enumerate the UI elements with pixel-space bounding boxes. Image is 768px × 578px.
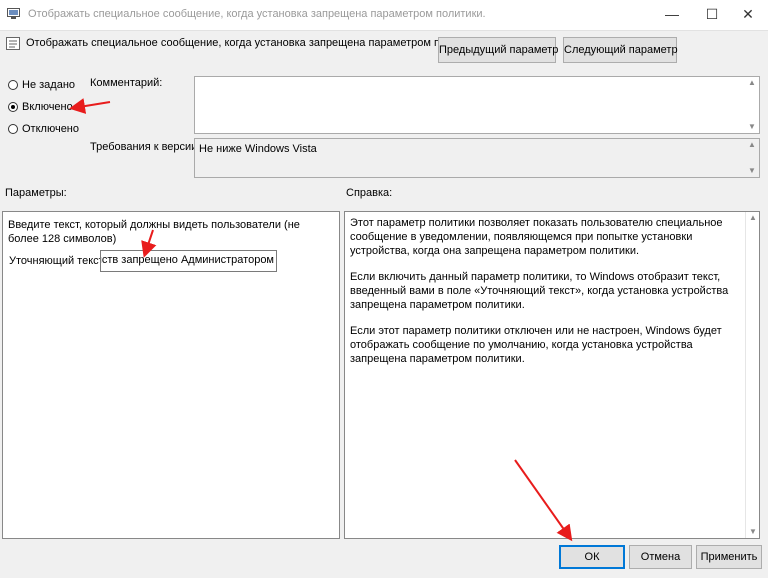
version-scrollbar[interactable]: ▲ ▼: [745, 139, 759, 177]
radio-label: Включено: [22, 101, 73, 114]
comment-label: Комментарий:: [90, 77, 163, 89]
close-button[interactable]: ✕: [728, 0, 768, 30]
previous-setting-button[interactable]: Предыдущий параметр: [438, 37, 558, 63]
help-scrollbar[interactable]: ▲ ▼: [745, 212, 759, 538]
custom-text-input[interactable]: тройств запрещено Администратором: [100, 250, 277, 272]
next-setting-button[interactable]: Следующий параметр: [563, 37, 678, 63]
help-text: Этот параметр политики позволяет показат…: [350, 216, 742, 378]
scroll-down-icon[interactable]: ▼: [745, 121, 759, 133]
policy-icon: [7, 8, 20, 19]
ok-button[interactable]: ОК: [559, 545, 625, 569]
help-paragraph: Если включить данный параметр политики, …: [350, 271, 729, 311]
radio-circle-selected[interactable]: [8, 102, 18, 113]
maximize-button[interactable]: ☐: [692, 0, 732, 30]
policy-name: Отображать специальное сообщение, когда …: [26, 37, 484, 49]
help-header: Справка:: [346, 187, 393, 199]
custom-text-label: Уточняющий текст: [9, 255, 104, 267]
cancel-button[interactable]: Отмена: [629, 545, 692, 569]
scroll-down-icon[interactable]: ▼: [746, 526, 760, 538]
comment-scrollbar[interactable]: ▲ ▼: [745, 77, 759, 133]
comment-textarea[interactable]: ▲ ▼: [194, 76, 760, 134]
version-field: Не ниже Windows Vista ▲ ▼: [194, 138, 760, 178]
options-description: Введите текст, который должны видеть пол…: [8, 219, 300, 245]
help-panel: Этот параметр политики позволяет показат…: [344, 211, 760, 539]
scroll-up-icon[interactable]: ▲: [746, 212, 760, 224]
version-value: Не ниже Windows Vista: [199, 143, 317, 155]
custom-text-value: тройств запрещено Администратором: [101, 254, 274, 266]
radio-enabled[interactable]: Включено: [8, 101, 73, 115]
scroll-down-icon[interactable]: ▼: [745, 165, 759, 177]
version-label: Требования к версии:: [90, 141, 201, 153]
scroll-up-icon[interactable]: ▲: [745, 77, 759, 89]
radio-label: Не задано: [22, 79, 76, 92]
help-paragraph: Если этот параметр политики отключен или…: [350, 325, 722, 365]
radio-circle[interactable]: [8, 124, 18, 135]
policy-icon: [6, 37, 20, 50]
help-paragraph: Этот параметр политики позволяет показат…: [350, 217, 723, 257]
minimize-button[interactable]: —: [652, 0, 692, 30]
annotation-arrow: [69, 98, 111, 114]
apply-button[interactable]: Применить: [696, 545, 762, 569]
options-panel: Введите текст, который должны видеть пол…: [2, 211, 340, 539]
title-bar: Отображать специальное сообщение, когда …: [0, 0, 768, 31]
radio-circle[interactable]: [8, 80, 18, 91]
radio-disabled[interactable]: Отключено: [8, 123, 79, 137]
params-header: Параметры:: [5, 187, 67, 199]
window-title: Отображать специальное сообщение, когда …: [28, 8, 486, 20]
scroll-up-icon[interactable]: ▲: [745, 139, 759, 151]
radio-not-configured[interactable]: Не задано: [8, 79, 75, 93]
radio-label: Отключено: [22, 123, 79, 136]
